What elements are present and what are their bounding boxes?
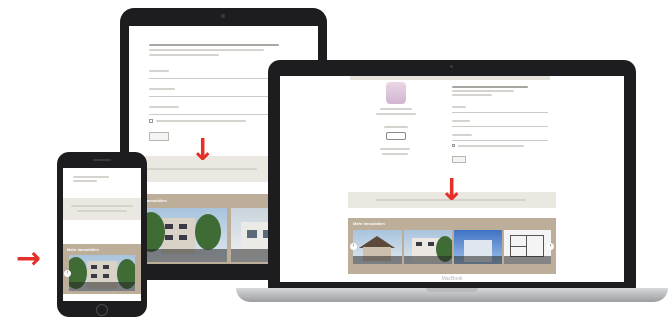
agent-logo — [386, 132, 406, 140]
laptop-gallery-photo[interactable] — [353, 230, 402, 264]
laptop-submit-button[interactable] — [452, 156, 466, 163]
laptop-field-label — [452, 106, 466, 108]
phone-speaker — [93, 159, 111, 161]
tablet-gallery-photo[interactable] — [143, 208, 227, 262]
laptop-notch — [426, 288, 478, 292]
agent-name — [380, 108, 412, 110]
agent-avatar — [386, 82, 406, 104]
phone-gallery-prev-button[interactable]: ‹ — [64, 270, 71, 277]
tablet-consent-checkbox[interactable] — [149, 119, 153, 123]
phone-gallery-photo[interactable] — [69, 255, 135, 291]
laptop-field-label — [452, 134, 472, 136]
phone-info-band — [63, 198, 141, 220]
laptop-phone-field[interactable] — [452, 140, 548, 141]
laptop-gallery-title: Mehr Immobilien — [353, 221, 385, 226]
agent-detail — [384, 126, 408, 128]
laptop-field-label — [452, 120, 470, 122]
arrow-down-icon: ↓ — [190, 133, 216, 168]
laptop-email-field[interactable] — [452, 126, 548, 127]
agent-title — [376, 113, 416, 115]
phone-gallery-title: Mehr Immobilien — [67, 247, 99, 252]
arrow-right-icon: → — [16, 241, 42, 276]
device-mockup-scene: Mehr Immobilien Mehr Immobilien ‹ › MacB… — [0, 0, 672, 320]
laptop-brand-label: MacBook — [441, 276, 463, 282]
tablet-info-text — [147, 168, 257, 170]
laptop-form-text — [452, 94, 492, 96]
phone-device: Mehr Immobilien ‹ — [57, 152, 147, 317]
phone-header-text — [73, 180, 97, 182]
agent-contact — [380, 148, 410, 150]
laptop-camera — [450, 65, 453, 68]
phone-gallery: Mehr Immobilien ‹ — [63, 244, 141, 294]
laptop-gallery-prev-button[interactable]: ‹ — [350, 243, 357, 250]
laptop-gallery-photo[interactable] — [454, 230, 502, 264]
phone-home-button[interactable] — [96, 304, 108, 316]
tablet-form-text — [149, 54, 219, 56]
laptop-gallery-next-button[interactable]: › — [547, 243, 554, 250]
laptop-form-text — [452, 90, 514, 92]
tablet-camera — [221, 14, 225, 18]
arrow-down-icon: ↓ — [439, 173, 465, 208]
laptop-form-text — [452, 86, 528, 88]
tablet-field-label — [149, 70, 169, 72]
tablet-submit-button[interactable] — [149, 132, 169, 141]
tablet-field-label — [149, 88, 175, 90]
laptop-gallery-floorplan[interactable] — [504, 230, 551, 264]
laptop-gallery-photo[interactable] — [404, 230, 452, 264]
phone-info-text — [71, 205, 133, 207]
agent-contact — [382, 153, 408, 155]
tablet-consent-text — [156, 120, 246, 122]
laptop-name-field[interactable] — [452, 112, 548, 113]
phone-info-text — [77, 210, 127, 212]
laptop-consent-text — [458, 145, 524, 147]
phone-screen: Mehr Immobilien ‹ — [63, 168, 141, 301]
laptop-gallery: Mehr Immobilien ‹ › — [348, 218, 556, 274]
laptop-base: MacBook — [236, 276, 668, 302]
phone-header-text — [73, 176, 109, 178]
laptop-consent-checkbox[interactable] — [452, 144, 455, 147]
laptop-top-bar — [350, 76, 550, 80]
tablet-form-text — [149, 49, 264, 51]
tablet-form-text — [149, 44, 279, 46]
tablet-field-label — [149, 106, 179, 108]
